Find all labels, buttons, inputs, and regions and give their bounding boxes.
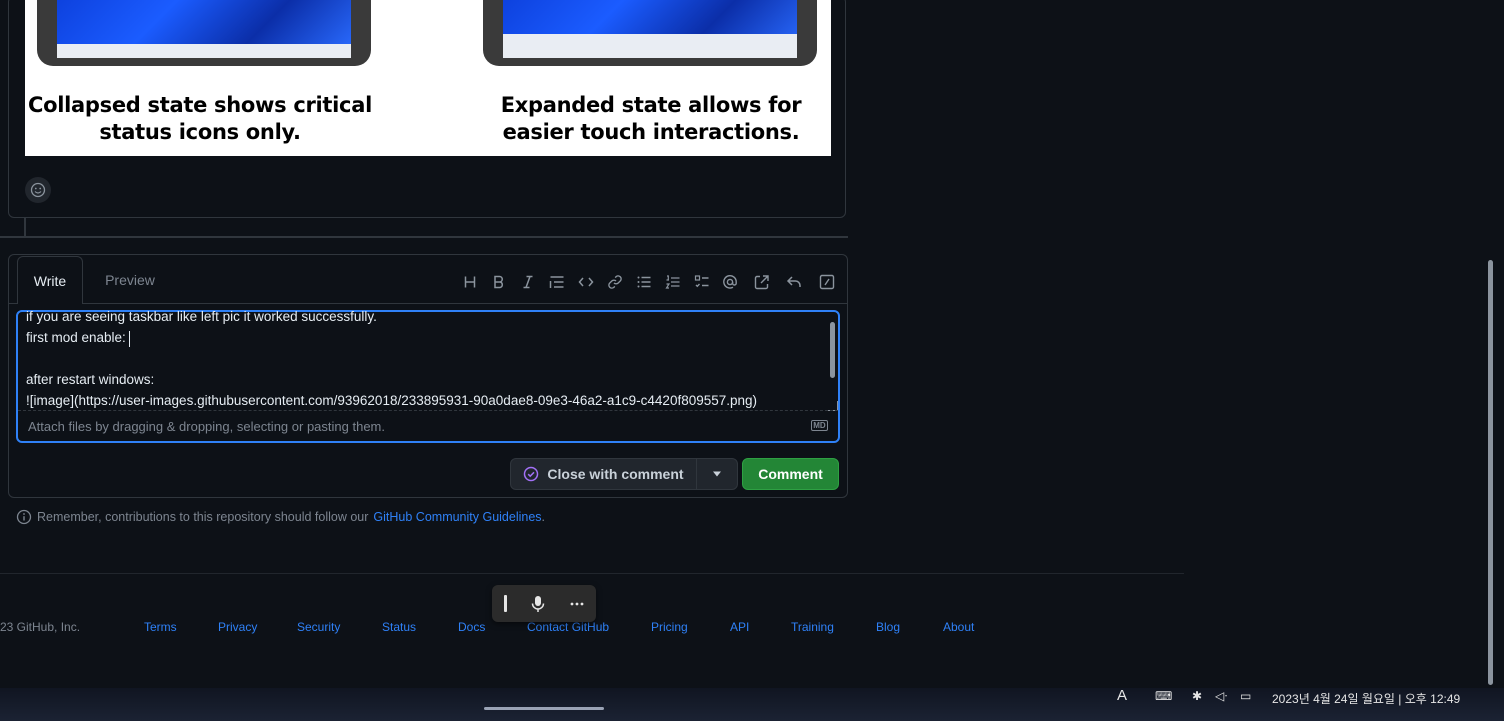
footer-link-privacy[interactable]: Privacy [218,620,257,634]
tab-preview[interactable]: Preview [92,256,168,304]
footer-divider [0,573,1184,574]
community-guidelines-link[interactable]: GitHub Community Guidelines [373,510,541,524]
footer-link-pricing[interactable]: Pricing [651,620,688,634]
more-options-icon[interactable] [570,602,584,606]
footer-link-about[interactable]: About [943,620,974,634]
caption-expanded: Expanded state allows for easier touch i… [500,93,802,144]
mention-icon[interactable] [719,272,741,292]
footer-link-api[interactable]: API [730,620,749,634]
guidelines-text: Remember, contributions to this reposito… [37,510,369,524]
footer-link-contact[interactable]: Contact GitHub [527,620,609,634]
ime-indicator[interactable]: A [1117,687,1127,704]
timeline-line [24,218,26,236]
textarea-line-5: ![image](https://user-images.githubuserc… [26,393,758,408]
add-reaction-button[interactable] [25,177,51,203]
volume-icon[interactable]: ◁ᐧ [1215,689,1227,703]
numbered-list-icon[interactable] [662,272,684,292]
quote-icon[interactable] [546,272,568,292]
clock[interactable]: 2023년 4월 24일 월요일 | 오후 12:49 [1272,690,1460,707]
slash-commands-icon[interactable] [816,272,838,292]
link-icon[interactable] [604,272,626,292]
info-icon [16,509,32,525]
tablet-expanded-illustration [483,0,817,66]
home-indicator[interactable] [484,707,604,710]
textarea-line-2: first mod enable: [26,330,126,345]
copyright: 23 GitHub, Inc. [0,620,81,634]
drag-handle[interactable] [504,595,508,612]
footer-link-status[interactable]: Status [382,620,416,634]
triangle-down-icon [713,471,721,477]
italic-icon[interactable] [517,272,539,292]
code-icon[interactable] [575,272,597,292]
attach-files-area[interactable]: Attach files by dragging & dropping, sel… [18,410,838,442]
embedded-taskbar-image[interactable]: Collapsed state shows critical status ic… [25,0,831,156]
textarea-line-1: if you are seeing taskbar like left pic … [26,309,377,324]
tab-write[interactable]: Write [17,256,83,304]
timeline-divider [0,236,848,238]
text-caret [129,331,130,347]
keyboard-icon[interactable]: ⌨ [1155,689,1172,703]
network-icon[interactable]: ✱ [1192,689,1202,703]
tablet-collapsed-illustration [37,0,371,66]
voice-typing-toolbar [492,585,596,622]
microphone-icon[interactable] [531,595,545,613]
check-circle-icon [524,466,539,482]
bold-icon[interactable] [488,272,510,292]
footer-link-docs[interactable]: Docs [458,620,485,634]
guidelines-notice: Remember, contributions to this reposito… [16,508,545,526]
textarea-line-4: after restart windows: [26,372,155,387]
close-options-dropdown[interactable] [696,458,738,490]
footer-link-training[interactable]: Training [791,620,834,634]
reference-icon[interactable] [751,272,773,292]
reply-icon[interactable] [783,272,805,292]
attach-files-label: Attach files by dragging & dropping, sel… [28,419,385,434]
guidelines-suffix: . [541,510,546,524]
footer-link-terms[interactable]: Terms [144,620,177,634]
smiley-icon [30,182,46,198]
heading-icon[interactable] [459,272,481,292]
task-list-icon[interactable] [691,272,713,292]
footer-link-blog[interactable]: Blog [876,620,900,634]
caption-collapsed: Collapsed state shows critical status ic… [28,93,372,144]
page-scrollbar[interactable] [1488,260,1493,685]
close-with-comment-button[interactable]: Close with comment [510,458,697,490]
bulleted-list-icon[interactable] [633,272,655,292]
footer-link-security[interactable]: Security [297,620,340,634]
comment-button[interactable]: Comment [742,458,839,490]
close-with-comment-label: Close with comment [547,466,684,482]
battery-icon[interactable]: ▭ [1240,689,1251,703]
markdown-icon[interactable]: MD [811,420,828,431]
textarea-scrollbar[interactable] [830,322,835,378]
